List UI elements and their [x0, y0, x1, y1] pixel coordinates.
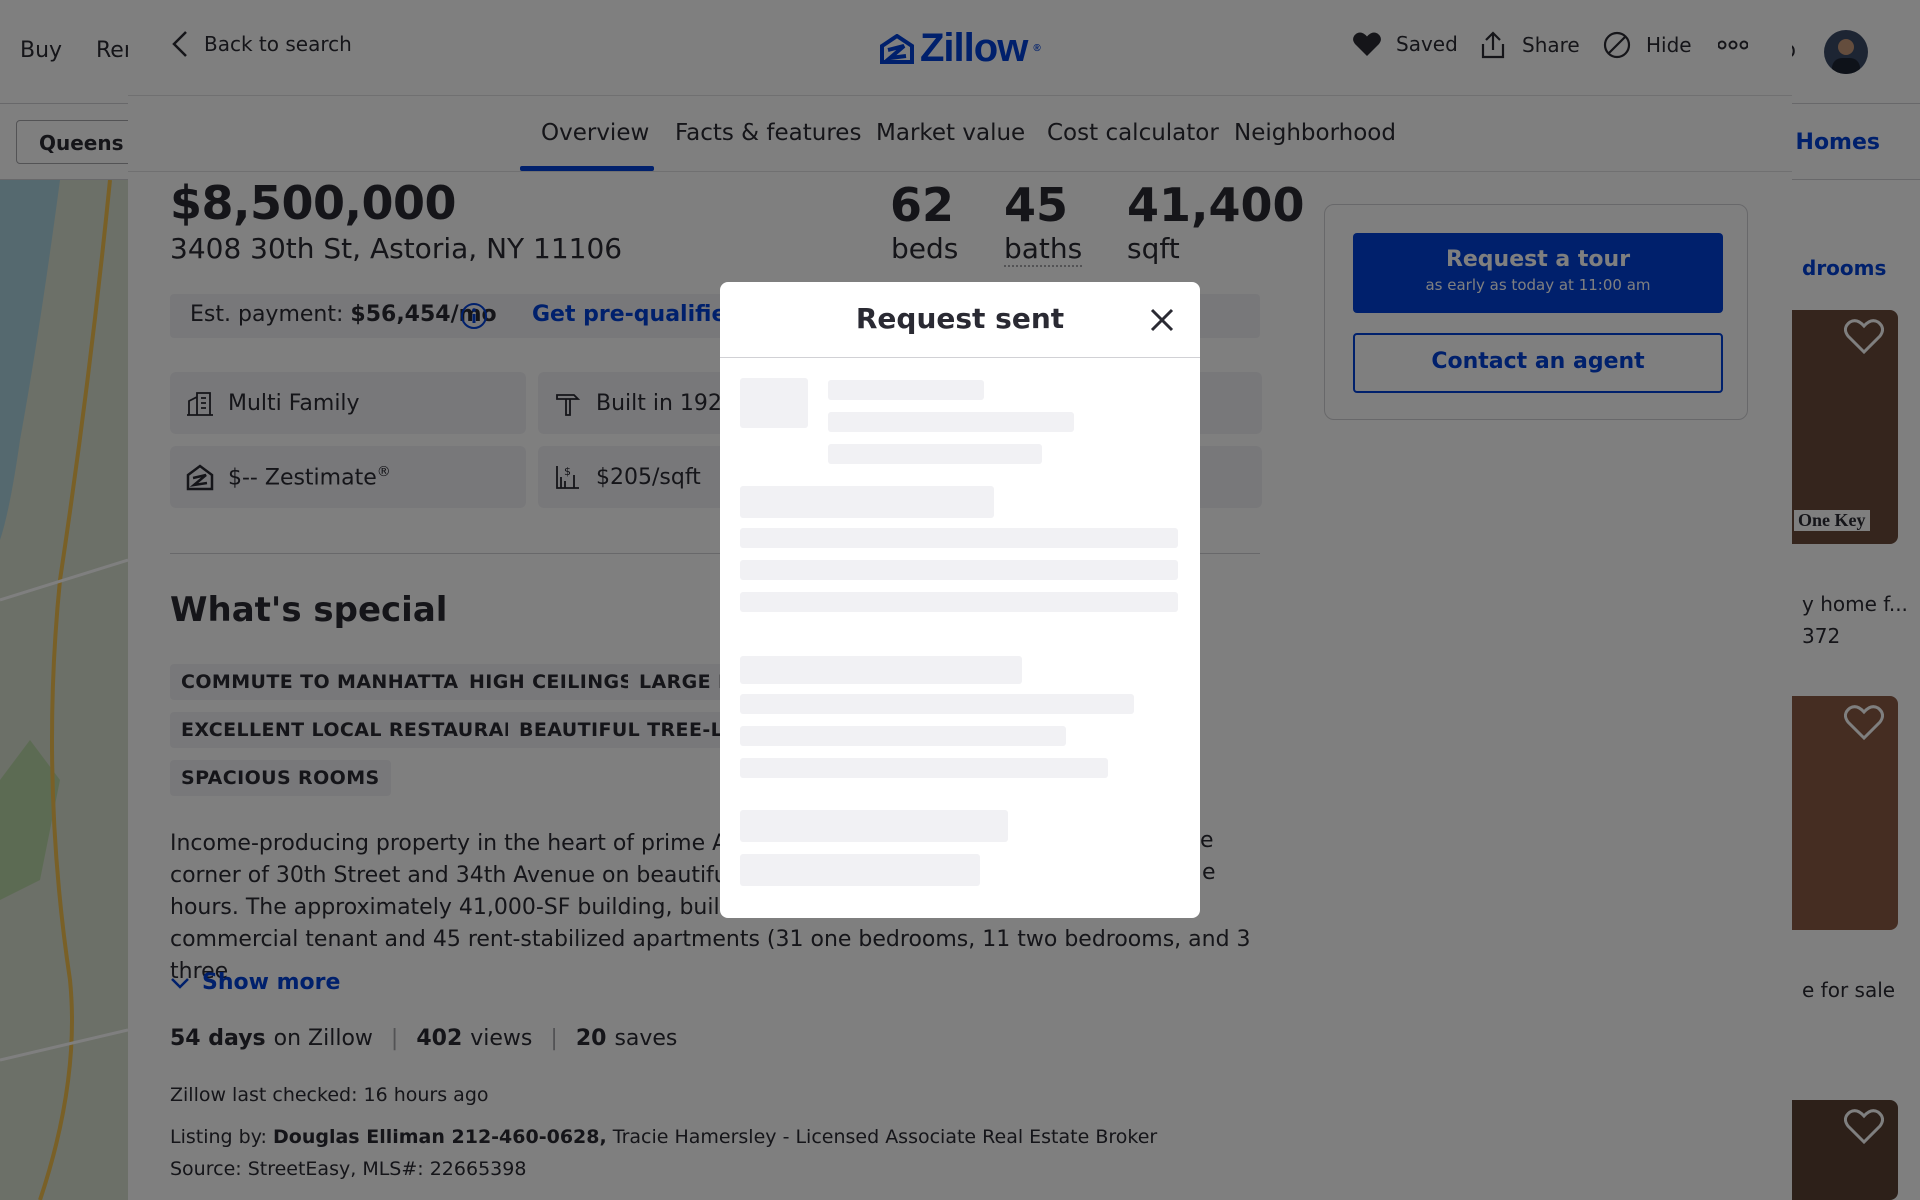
close-icon[interactable]: [1148, 306, 1176, 334]
skeleton-line: [740, 758, 1108, 778]
skeleton-line: [740, 854, 980, 886]
skeleton-heading: [740, 810, 1008, 842]
dialog-title: Request sent: [855, 302, 1065, 335]
skeleton-line: [828, 412, 1074, 432]
skeleton-line: [828, 380, 984, 400]
skeleton-line: [740, 560, 1178, 580]
dialog-header: Request sent: [720, 282, 1200, 358]
skeleton-thumbnail: [740, 378, 808, 428]
skeleton-line: [740, 694, 1134, 714]
skeleton-line: [740, 726, 1066, 746]
skeleton-heading: [740, 656, 1022, 684]
request-sent-dialog: Request sent: [720, 282, 1200, 918]
skeleton-heading: [740, 486, 994, 518]
skeleton-line: [740, 592, 1178, 612]
skeleton-line: [828, 444, 1042, 464]
skeleton-line: [740, 528, 1178, 548]
